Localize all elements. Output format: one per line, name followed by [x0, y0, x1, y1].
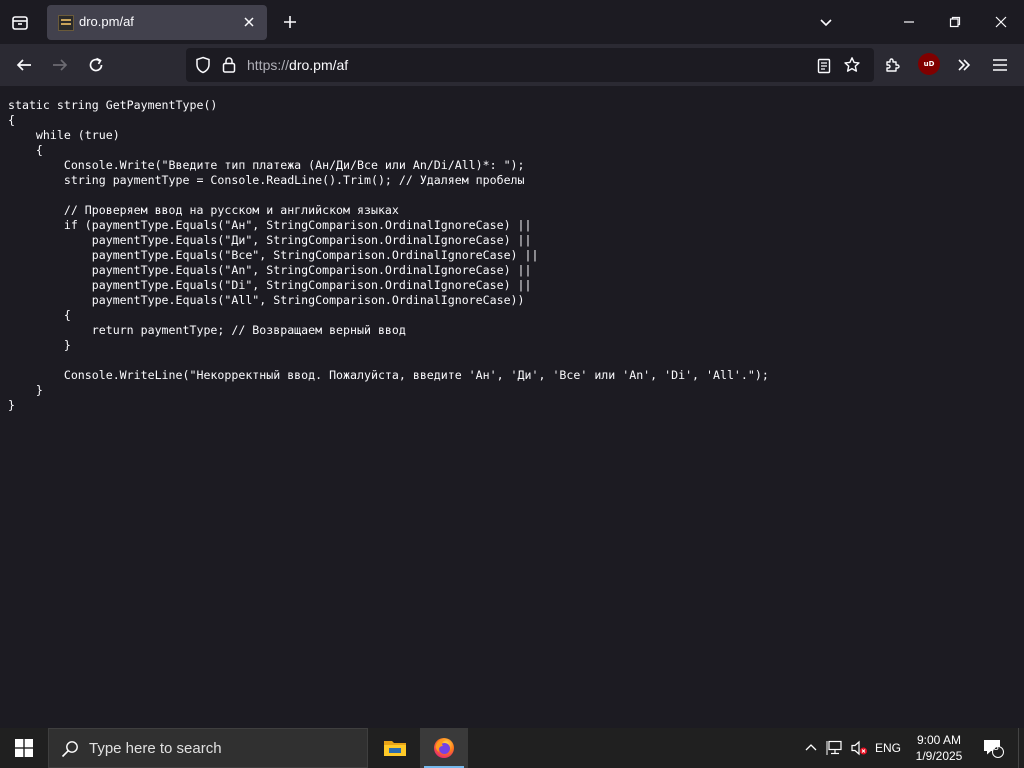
tracking-protection-shield-icon[interactable]	[194, 56, 212, 74]
close-window-icon[interactable]	[978, 0, 1024, 44]
search-placeholder: Type here to search	[89, 740, 222, 757]
new-tab-icon[interactable]	[278, 8, 302, 36]
notifications-icon[interactable]: 3	[978, 728, 1008, 768]
more-tools-chevrons-icon[interactable]	[950, 51, 978, 79]
input-language[interactable]: ENG	[872, 728, 904, 768]
code-text: static string GetPaymentType() { while (…	[8, 98, 769, 412]
restore-icon[interactable]	[932, 0, 978, 44]
firefox-taskbar-icon[interactable]	[420, 728, 468, 768]
file-explorer-icon[interactable]	[371, 728, 419, 768]
taskbar-search-box[interactable]: Type here to search	[48, 728, 368, 768]
windows-start-icon[interactable]	[0, 728, 48, 768]
taskbar: Type here to search ENG 9:00 AM 1/9/2025…	[0, 728, 1024, 768]
clock-date: 1/9/2025	[915, 749, 963, 763]
tab-strip: dro.pm/af	[0, 0, 1024, 44]
clock[interactable]: 9:00 AM 1/9/2025	[908, 728, 970, 768]
url-bar[interactable]: https://dro.pm/af	[186, 48, 874, 82]
chevron-down-icon[interactable]	[814, 10, 838, 34]
show-desktop-button[interactable]	[1018, 728, 1024, 768]
show-hidden-icons-chevron-up-icon[interactable]	[800, 728, 822, 768]
ublock-origin-icon[interactable]: uD	[918, 53, 940, 75]
reload-icon[interactable]	[82, 51, 110, 79]
clock-time: 9:00 AM	[916, 733, 962, 747]
back-icon[interactable]	[10, 51, 38, 79]
search-icon	[61, 741, 78, 758]
hamburger-menu-icon[interactable]	[986, 51, 1014, 79]
lock-icon[interactable]	[220, 56, 238, 74]
url-text[interactable]: https://dro.pm/af	[247, 57, 348, 73]
site-favicon-icon	[58, 15, 74, 31]
forward-icon[interactable]	[46, 51, 74, 79]
tab-title: dro.pm/af	[79, 14, 134, 29]
tab-active[interactable]: dro.pm/af	[47, 5, 267, 40]
reader-view-icon[interactable]	[814, 56, 834, 76]
network-icon[interactable]	[824, 728, 846, 768]
volume-muted-icon[interactable]	[848, 728, 870, 768]
firefox-view-icon[interactable]	[6, 9, 34, 37]
minimize-icon[interactable]	[886, 0, 932, 44]
notification-count-badge: 3	[993, 742, 999, 753]
bookmark-star-icon[interactable]	[842, 55, 862, 75]
close-tab-icon[interactable]	[241, 14, 257, 30]
navigation-toolbar: https://dro.pm/af uD	[0, 44, 1024, 86]
page-content: static string GetPaymentType() { while (…	[0, 86, 1024, 728]
extensions-puzzle-icon[interactable]	[879, 51, 907, 79]
